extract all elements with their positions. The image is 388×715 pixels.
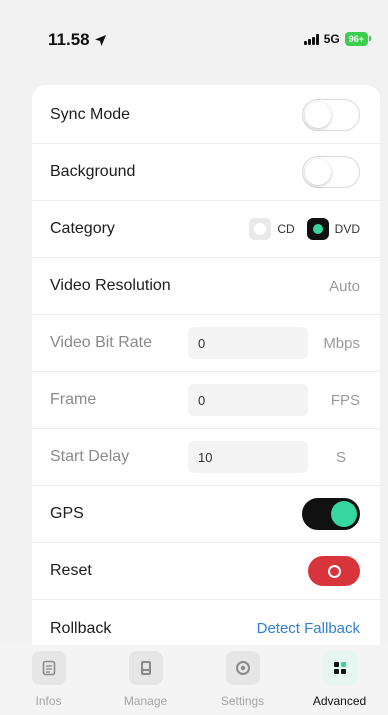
tab-settings-label: Settings [220,694,265,708]
rollback-row: Rollback Detect Fallback [32,600,380,645]
settings-card: Sync Mode Background Category CD DVD Vid… [32,85,380,645]
start-delay-row: Start Delay S [32,429,380,486]
tab-infos-label: Infos [35,694,62,708]
sync-mode-toggle[interactable] [302,99,360,131]
video-bit-rate-label: Video Bit Rate [50,334,152,351]
power-ring-icon [327,564,341,578]
start-delay-label: Start Delay [50,448,130,465]
reset-label: Reset [50,562,92,579]
device-icon [128,651,163,685]
status-bar: 11.58 5G 96+ [0,0,388,80]
background-label: Background [50,163,136,180]
tab-manage[interactable]: Manage [97,645,194,715]
tab-settings[interactable]: Settings [194,645,291,715]
background-row: Background [32,144,380,201]
network-type: 5G [323,32,340,46]
battery-icon: 96+ [344,32,372,46]
frame-input[interactable] [188,384,308,416]
category-option-dvd: DVD [334,222,360,236]
category-radio-group: CD DVD [249,218,360,240]
frame-row: Frame FPS [32,372,380,429]
detect-fallback-link[interactable]: Detect Fallback [257,620,360,637]
tab-bar: Infos Manage Settings Advanced [0,645,388,715]
frame-unit: FPS [330,391,360,409]
status-time: 11.58 [48,30,107,50]
video-resolution-label: Video Resolution [50,277,171,294]
gps-toggle[interactable] [302,498,360,530]
tab-advanced-label: Advanced [312,694,367,708]
video-bit-rate-row: Video Bit Rate Mbps [32,315,380,372]
category-radio-cd[interactable] [249,218,272,240]
status-indicators: 5G 96+ [303,32,372,46]
category-option-cd: CD [277,222,295,236]
start-delay-input[interactable] [188,441,308,473]
sync-mode-label: Sync Mode [50,106,131,123]
gear-icon [225,651,260,685]
tab-infos[interactable]: Infos [0,645,97,715]
video-bit-rate-unit: Mbps [323,334,360,352]
gps-row: GPS [32,486,380,543]
grid-icon [322,651,357,685]
rollback-label: Rollback [50,619,112,637]
video-resolution-row[interactable]: Video Resolution Auto [32,258,380,315]
clock-text: 11.58 [48,30,90,49]
frame-label: Frame [50,391,97,408]
document-icon [31,651,66,685]
category-label: Category [50,220,115,237]
video-bit-rate-input[interactable] [188,327,308,359]
reset-button[interactable] [308,556,360,586]
tab-advanced[interactable]: Advanced [291,645,388,715]
gps-label: GPS [50,505,84,522]
reset-row: Reset [32,543,380,600]
video-resolution-value: Auto [329,277,360,295]
sync-mode-row: Sync Mode [32,87,380,144]
start-delay-unit: S [335,448,346,466]
tab-manage-label: Manage [123,694,168,708]
location-arrow-icon [94,34,106,46]
category-radio-dvd[interactable] [306,218,329,240]
background-toggle[interactable] [302,156,360,188]
category-row: Category CD DVD [32,201,380,258]
signal-icon [303,33,319,45]
